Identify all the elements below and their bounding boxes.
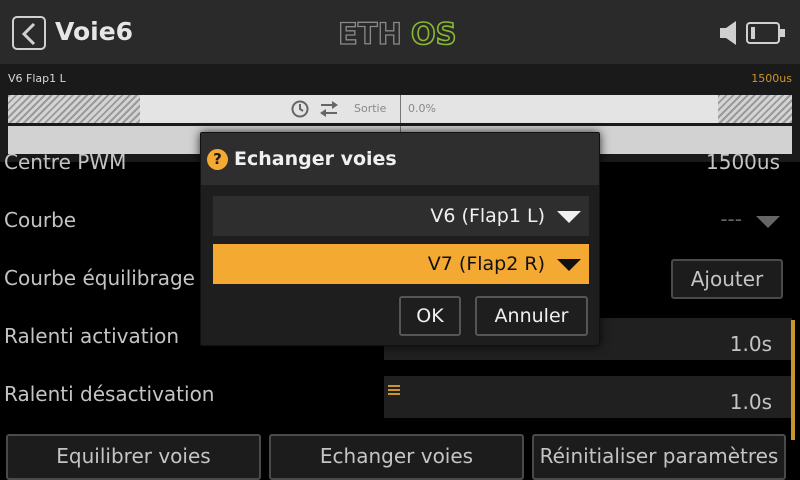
chevron-down-icon [557,211,581,223]
output-label: Sortie [354,102,387,115]
balance-channels-button[interactable]: Equilibrer voies [6,434,261,480]
back-button[interactable] [12,16,46,50]
output-bar: Sortie 0.0% [8,95,792,123]
balance-curve-label: Courbe équilibrage [4,266,195,290]
svg-text:ETH: ETH [338,17,402,50]
pwm-center-label: Centre PWM [4,150,127,174]
add-button-label: Ajouter [690,267,764,291]
channel-value: 1500us [751,72,792,85]
source-channel-value: V6 (Flap1 L) [430,205,545,227]
curve-label: Courbe [4,208,77,232]
timer-icon [291,100,309,118]
ok-button-label: OK [416,305,444,327]
pwm-center-value: 1500us [706,150,780,174]
list-icon [388,385,400,395]
reset-parameters-button[interactable]: Réinitialiser paramètres [532,434,786,480]
swap-arrows-icon [320,101,338,117]
slow-down-row: Ralenti désactivation 1.0s [0,368,800,426]
slow-down-label: Ralenti désactivation [4,382,215,406]
battery-icon [746,22,785,44]
source-channel-select[interactable]: V6 (Flap1 L) [213,196,589,236]
chevron-down-icon [557,259,581,271]
output-value: 0.0% [408,102,436,115]
curve-select[interactable]: --- [720,207,742,231]
cancel-button[interactable]: Annuler [475,296,588,336]
chevron-down-icon[interactable] [756,216,780,228]
swap-channels-button[interactable]: Echanger voies [269,434,524,480]
help-icon: ? [207,149,228,170]
channel-name: V6 Flap1 L [8,72,66,85]
swap-channels-dialog: ? Echanger voies V6 (Flap1 L) V7 (Flap2 … [200,132,600,346]
balance-channels-label: Equilibrer voies [56,444,211,468]
slow-up-value: 1.0s [729,332,772,356]
svg-text:OS: OS [411,17,457,50]
slow-down-value: 1.0s [729,390,772,414]
scrollbar[interactable] [791,320,795,440]
help-glyph: ? [213,150,222,168]
slow-down-field[interactable]: 1.0s [384,376,792,418]
ok-button[interactable]: OK [399,296,461,336]
chevron-left-icon [21,23,36,45]
limit-hatch-left [8,95,140,123]
center-line [400,95,401,123]
target-channel-select[interactable]: V7 (Flap2 R) [213,244,589,284]
dialog-title: Echanger voies [234,148,397,170]
reset-parameters-label: Réinitialiser paramètres [539,444,779,468]
target-channel-value: V7 (Flap2 R) [427,253,545,275]
header-bar: Voie6 ETH OS [0,0,800,64]
ethos-logo: ETH OS [338,16,457,50]
limit-hatch-right [718,95,792,123]
cancel-button-label: Annuler [494,305,569,327]
page-title: Voie6 [55,17,134,46]
slow-up-label: Ralenti activation [4,324,180,348]
dialog-header: ? Echanger voies [201,133,599,185]
add-button[interactable]: Ajouter [671,259,783,299]
swap-channels-label: Echanger voies [319,444,474,468]
speaker-icon [720,21,736,45]
